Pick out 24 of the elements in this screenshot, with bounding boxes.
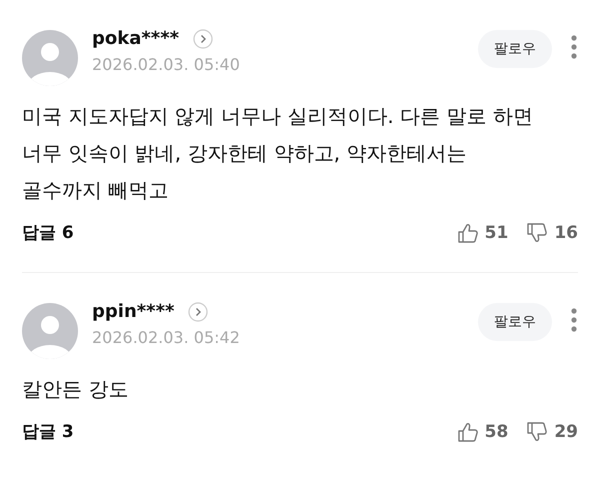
more-icon[interactable] (570, 307, 578, 333)
like-count: 58 (484, 422, 508, 442)
dislike-count: 29 (554, 422, 578, 442)
thumbs-down-icon[interactable] (526, 420, 548, 442)
replies-link[interactable]: 답글 3 (22, 420, 439, 443)
follow-button[interactable]: 팔로우 (478, 30, 552, 68)
like-count: 51 (484, 222, 508, 242)
comment-date: 2026.02.03. 05:40 (92, 55, 241, 74)
comment-text: 미국 지도자답지 않게 너무나 실리적이다. 다른 말로 하면 너무 잇속이 밝네, 강자한테 약하고, 약자한테서는 골수까지 빼먹고 (22, 103, 534, 204)
thumbs-down-icon[interactable] (526, 222, 548, 244)
thumbs-up-icon[interactable] (456, 222, 479, 244)
avatar-icon (22, 303, 78, 359)
comment-text: 칼안든 강도 (22, 376, 130, 403)
replies-link[interactable]: 답글 6 (22, 221, 439, 244)
follow-button[interactable]: 팔로우 (478, 303, 552, 341)
comment-date: 2026.02.03. 05:42 (92, 328, 241, 347)
chevron-icon[interactable] (193, 28, 214, 48)
author-name[interactable]: poka**** (92, 28, 180, 49)
dislike-count: 16 (554, 222, 578, 242)
chevron-icon[interactable] (188, 302, 208, 322)
avatar-icon (22, 30, 78, 86)
more-icon[interactable] (570, 34, 578, 60)
author-name[interactable]: ppin**** (92, 301, 174, 322)
thumbs-up-icon[interactable] (456, 420, 479, 442)
